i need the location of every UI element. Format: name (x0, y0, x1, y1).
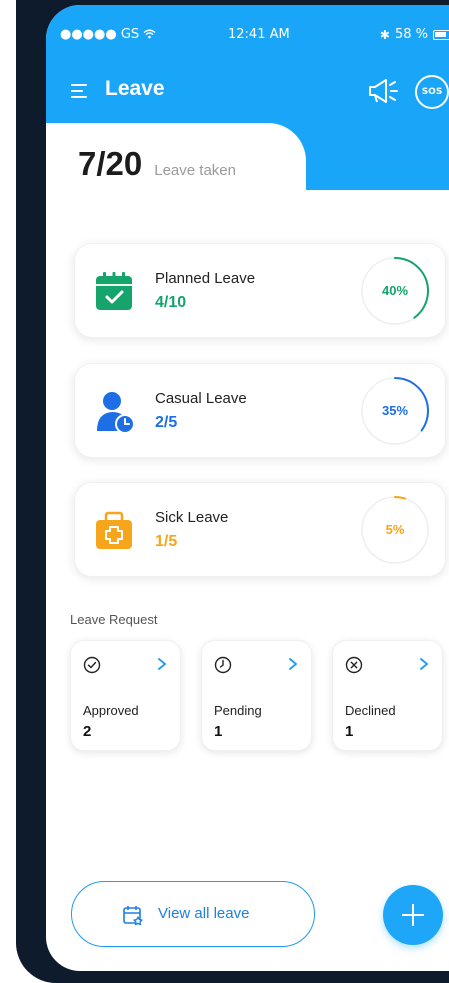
add-leave-button[interactable] (383, 885, 443, 945)
leave-taken-label: Leave taken (154, 162, 236, 179)
leave-type-title: Casual Leave (155, 390, 247, 407)
view-all-leave-label: View all leave (158, 905, 250, 922)
top-nav: Leave SOS (46, 73, 449, 113)
leave-summary: 7/20 Leave taken (78, 145, 236, 185)
status-right: ✱ 58 % (380, 27, 449, 42)
battery-percent: 58 % (394, 27, 428, 42)
clock-icon (214, 656, 232, 674)
leave-request-heading: Leave Request (70, 612, 158, 627)
calendar-check-icon (95, 271, 133, 311)
clock-time: 12:41 AM (228, 27, 290, 42)
device-frame: ●●●●● GS 12:41 AM ✱ 58 % Leave SOS 7/20 … (16, 0, 449, 983)
leave-type-value: 2/5 (155, 414, 178, 431)
request-status-label: Approved (83, 703, 139, 718)
leave-taken-count: 7/20 (78, 145, 143, 182)
wifi-icon (143, 27, 156, 42)
approved-request-card[interactable]: Approved 2 (70, 640, 181, 751)
leave-type-title: Planned Leave (155, 270, 256, 287)
status-bar: ●●●●● GS 12:41 AM ✱ 58 % (46, 27, 449, 47)
progress-percent: 40% (381, 283, 409, 298)
sick-leave-card[interactable]: Sick Leave 1/5 5% (74, 482, 446, 577)
declined-request-card[interactable]: Declined 1 (332, 640, 443, 751)
medical-kit-icon (95, 510, 133, 550)
x-circle-icon (345, 656, 363, 674)
chevron-right-icon[interactable] (287, 656, 299, 672)
view-all-leave-button[interactable]: View all leave (71, 881, 315, 947)
casual-leave-card[interactable]: Casual Leave 2/5 35% (74, 363, 446, 458)
check-circle-icon (83, 656, 101, 674)
request-status-count: 1 (214, 723, 223, 740)
planned-leave-card[interactable]: Planned Leave 4/10 40% (74, 243, 446, 338)
progress-percent: 35% (381, 403, 409, 418)
page-title: Leave (105, 77, 165, 100)
request-status-label: Declined (345, 703, 396, 718)
request-status-count: 2 (83, 723, 92, 740)
carrier-text: ●●●●● GS (60, 27, 140, 42)
chevron-right-icon[interactable] (418, 656, 430, 672)
sos-button[interactable]: SOS (415, 75, 449, 109)
person-clock-icon (95, 391, 135, 434)
pending-request-card[interactable]: Pending 1 (201, 640, 312, 751)
megaphone-icon[interactable] (366, 76, 400, 106)
calendar-star-icon (122, 904, 144, 926)
request-status-count: 1 (345, 723, 354, 740)
battery-icon (433, 29, 449, 40)
menu-icon[interactable] (71, 84, 89, 98)
header-curve-accent (306, 123, 356, 185)
leave-type-value: 4/10 (155, 294, 187, 311)
leave-type-title: Sick Leave (155, 509, 229, 526)
leave-type-value: 1/5 (155, 533, 178, 550)
bluetooth-icon: ✱ (379, 27, 390, 42)
chevron-right-icon[interactable] (156, 656, 168, 672)
progress-percent: 5% (385, 522, 405, 537)
carrier-label: ●●●●● GS (60, 27, 156, 42)
app-screen: ●●●●● GS 12:41 AM ✱ 58 % Leave SOS 7/20 … (46, 5, 449, 971)
request-status-label: Pending (214, 703, 262, 718)
